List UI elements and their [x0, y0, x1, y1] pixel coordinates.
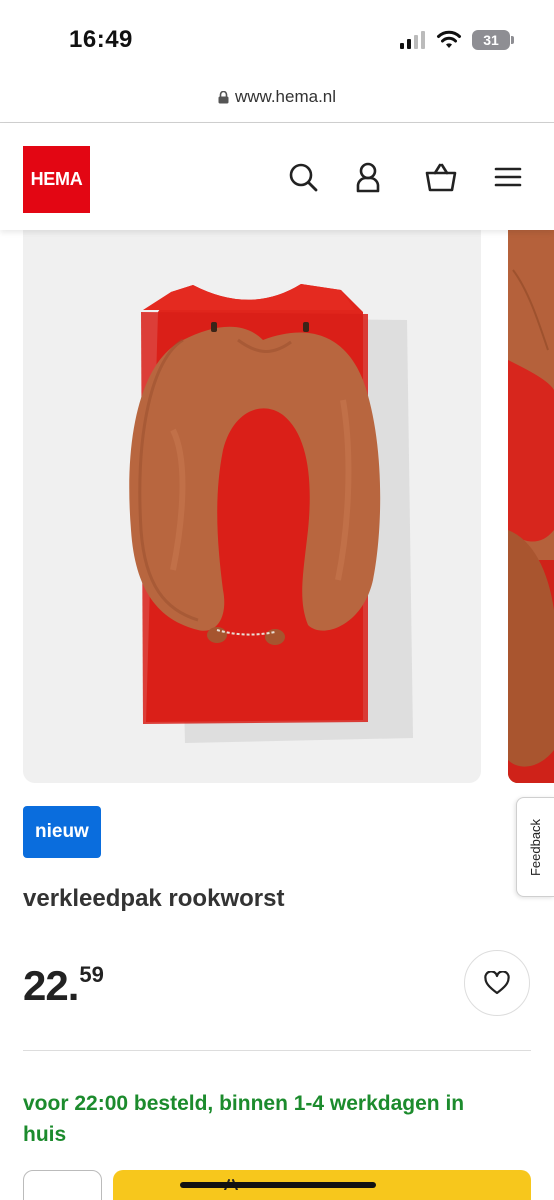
- delivery-info: voor 22:00 besteld, binnen 1-4 werkdagen…: [23, 1092, 465, 1146]
- product-title: verkleedpak rookworst: [23, 885, 285, 912]
- wifi-icon: [437, 30, 461, 48]
- new-badge: nieuw: [23, 806, 101, 858]
- price-integer: 22: [23, 962, 69, 1009]
- price-separator: .: [67, 962, 80, 1009]
- battery-level: 31: [483, 32, 499, 48]
- price-decimal: 59: [79, 962, 104, 987]
- product-image-next[interactable]: [508, 230, 554, 783]
- hema-logo[interactable]: HEMA: [23, 146, 90, 213]
- menu-icon[interactable]: [494, 161, 522, 193]
- status-time: 16:49: [69, 26, 133, 53]
- feedback-tab[interactable]: Feedback: [516, 797, 554, 897]
- divider: [23, 1050, 531, 1051]
- signal-icon: [400, 31, 425, 49]
- sausage-costume-image: [129, 284, 413, 743]
- feedback-label: Feedback: [528, 818, 543, 876]
- heart-icon: [484, 971, 510, 995]
- search-icon[interactable]: [287, 161, 319, 193]
- lock-icon: [218, 90, 229, 103]
- url-bar[interactable]: www.hema.nl: [0, 80, 554, 114]
- status-bar: 16:49 31: [0, 0, 554, 72]
- home-indicator: [180, 1182, 376, 1188]
- product-price: 22.59: [23, 962, 104, 1010]
- quantity-selector[interactable]: [23, 1170, 102, 1200]
- status-icons: 31: [400, 30, 514, 50]
- favorite-button[interactable]: [464, 950, 530, 1016]
- basket-icon[interactable]: [424, 161, 458, 193]
- product-image[interactable]: [23, 230, 481, 783]
- battery-icon: 31: [472, 30, 514, 50]
- account-icon[interactable]: [352, 161, 384, 193]
- url-text: www.hema.nl: [234, 87, 337, 106]
- site-header: HEMA: [0, 123, 554, 230]
- logo-text: HEMA: [30, 169, 83, 189]
- sausage-closeup-image: [508, 230, 554, 783]
